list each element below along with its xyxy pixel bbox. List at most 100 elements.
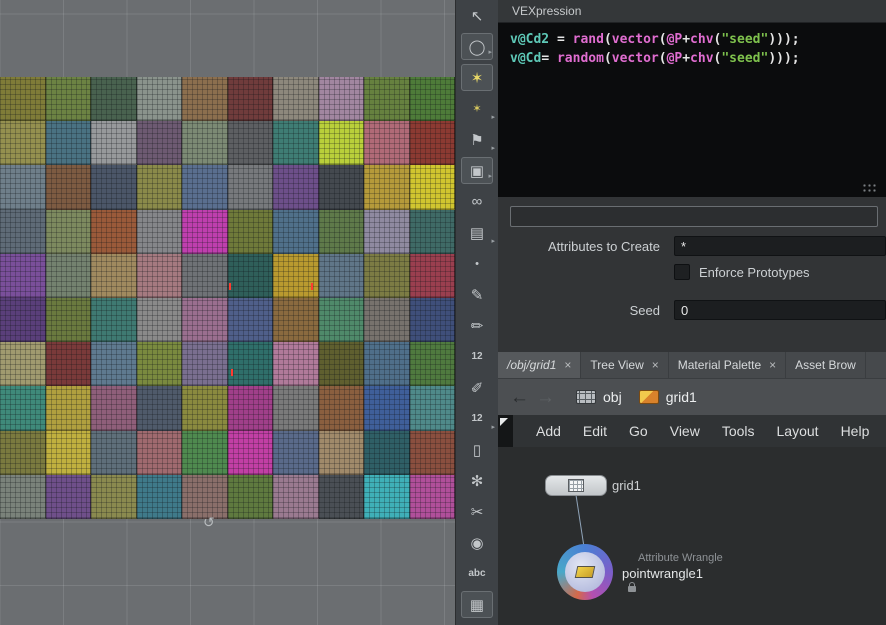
- pane-layout-icon[interactable]: ▤▸: [459, 217, 495, 248]
- point-count-icon[interactable]: 12: [459, 341, 495, 372]
- node-grid1[interactable]: [545, 475, 607, 496]
- sphere-icon-glyph: ◉: [470, 534, 483, 552]
- network-menu-bar: AddEditGoViewToolsLayoutHelp: [513, 415, 880, 447]
- geometry-quad: [273, 386, 319, 430]
- network-editor[interactable]: grid1 Attribute Wrangle pointwrangle1: [498, 447, 886, 625]
- grid1-node-label: grid1: [612, 478, 641, 493]
- pane-layout-icon-glyph: ▤: [470, 224, 484, 242]
- geometry-quad: [273, 475, 319, 519]
- geometry-quad: [46, 121, 92, 165]
- snapshot-image-icon[interactable]: ▦: [461, 591, 493, 618]
- geometry-quad: [364, 254, 410, 298]
- tab-obj-grid1[interactable]: /obj/grid1×: [498, 352, 581, 378]
- spectacles-icon[interactable]: ∞: [459, 186, 495, 217]
- select-arrow-icon[interactable]: ↖: [459, 0, 495, 31]
- brush-tool-icon[interactable]: ✏: [459, 310, 495, 341]
- geometry-quad: [0, 298, 46, 342]
- geometry-quad: [364, 386, 410, 430]
- geometry-quad: [137, 121, 183, 165]
- menu-layout[interactable]: Layout: [766, 415, 830, 447]
- geometry-color-grid: [0, 77, 455, 519]
- tab-asset-brow[interactable]: Asset Brow: [786, 352, 866, 378]
- path-item-obj[interactable]: obj: [603, 389, 622, 405]
- dot-icon[interactable]: •: [459, 248, 495, 279]
- paint-tool-icon-glyph: ✐: [471, 379, 484, 397]
- geometry-quad: [91, 298, 137, 342]
- lights-icon[interactable]: ✶: [461, 64, 493, 91]
- tab-tree-view[interactable]: Tree View×: [581, 352, 668, 378]
- geometry-quad: [182, 342, 228, 386]
- snap-points-icon[interactable]: ✻: [459, 465, 495, 496]
- seed-field[interactable]: [674, 300, 886, 320]
- paint-tool-icon[interactable]: ✐: [459, 372, 495, 403]
- selection-marker: [231, 369, 233, 376]
- menu-go[interactable]: Go: [618, 415, 659, 447]
- scene-viewport[interactable]: ↺: [0, 0, 455, 625]
- tab-close-icon[interactable]: ×: [769, 358, 776, 372]
- geometry-quad: [228, 77, 274, 121]
- menu-tools[interactable]: Tools: [711, 415, 766, 447]
- geometry-quad: [0, 165, 46, 209]
- geometry-quad: [273, 121, 319, 165]
- vex-code-editor[interactable]: v@Cd2 = rand(vector(@P+chv("seed")));v@C…: [498, 23, 886, 197]
- sphere-icon[interactable]: ◉: [459, 527, 495, 558]
- viewport-toolbar: ↖◯▸✶✶▸⚑▸▣▸∞▤▸•✎✏12✐12▸▯✻✂◉abc▦: [455, 0, 498, 625]
- menu-add[interactable]: Add: [525, 415, 572, 447]
- prim-count-icon[interactable]: 12▸: [459, 403, 495, 434]
- tab-close-icon[interactable]: ×: [652, 358, 659, 372]
- view-tool-icon[interactable]: ◯▸: [461, 33, 493, 60]
- tab-close-icon[interactable]: ×: [564, 358, 571, 372]
- geometry-quad: [0, 386, 46, 430]
- geometry-quad: [46, 77, 92, 121]
- tab-label: Material Palette: [678, 358, 761, 372]
- vexpression-title: VEXpression: [512, 4, 581, 18]
- pane-control[interactable]: [498, 415, 513, 447]
- geometry-quad: [0, 77, 46, 121]
- resize-grip-icon[interactable]: [862, 183, 877, 192]
- tab-material-palette[interactable]: Material Palette ×: [669, 352, 786, 378]
- knife-icon[interactable]: ✂: [459, 496, 495, 527]
- snap-points-icon-glyph: ✻: [471, 472, 484, 490]
- geometry-quad: [137, 298, 183, 342]
- selection-marker: [229, 283, 231, 290]
- headlight-icon[interactable]: ✶▸: [459, 93, 495, 124]
- snippet-input[interactable]: [510, 206, 878, 227]
- geometry-quad: [319, 342, 365, 386]
- geometry-quad: [410, 165, 456, 209]
- geometry-quad: [228, 254, 274, 298]
- menu-view[interactable]: View: [659, 415, 711, 447]
- geometry-quad: [410, 386, 456, 430]
- geometry-quad: [319, 431, 365, 475]
- geometry-quad: [46, 431, 92, 475]
- node-pointwrangle1[interactable]: [557, 544, 613, 600]
- geometry-quad: [137, 254, 183, 298]
- forward-button[interactable]: →: [536, 388, 555, 407]
- submenu-arrow-icon: ▸: [488, 48, 492, 56]
- attributes-to-create-field[interactable]: [674, 236, 886, 256]
- ruler-icon[interactable]: ▯: [459, 434, 495, 465]
- network-path-bar: ← → obj grid1: [498, 379, 886, 415]
- back-button[interactable]: ←: [510, 388, 529, 407]
- path-item-grid1[interactable]: grid1: [666, 389, 697, 405]
- geometry-quad: [364, 475, 410, 519]
- geometry-quad: [137, 165, 183, 209]
- geometry-quad: [364, 210, 410, 254]
- geometry-quad: [182, 475, 228, 519]
- menu-help[interactable]: Help: [830, 415, 881, 447]
- text-abc-icon[interactable]: abc: [459, 558, 495, 589]
- geometry-quad: [0, 475, 46, 519]
- prim-count-icon-glyph: 12: [471, 413, 482, 424]
- enforce-prototypes-checkbox[interactable]: [674, 264, 690, 280]
- select-arrow-icon-glyph: ↖: [471, 7, 484, 25]
- draw-tool-icon[interactable]: ✎: [459, 279, 495, 310]
- camera-icon[interactable]: ▣▸: [461, 157, 493, 184]
- geometry-quad: [273, 298, 319, 342]
- geometry-quad: [228, 298, 274, 342]
- menu-edit[interactable]: Edit: [572, 415, 618, 447]
- geometry-quad: [46, 165, 92, 209]
- light-pin-icon[interactable]: ⚑▸: [459, 124, 495, 155]
- seed-label: Seed: [498, 303, 660, 318]
- geometry-quad: [137, 77, 183, 121]
- grid-node-icon: [568, 479, 584, 492]
- geometry-quad: [0, 254, 46, 298]
